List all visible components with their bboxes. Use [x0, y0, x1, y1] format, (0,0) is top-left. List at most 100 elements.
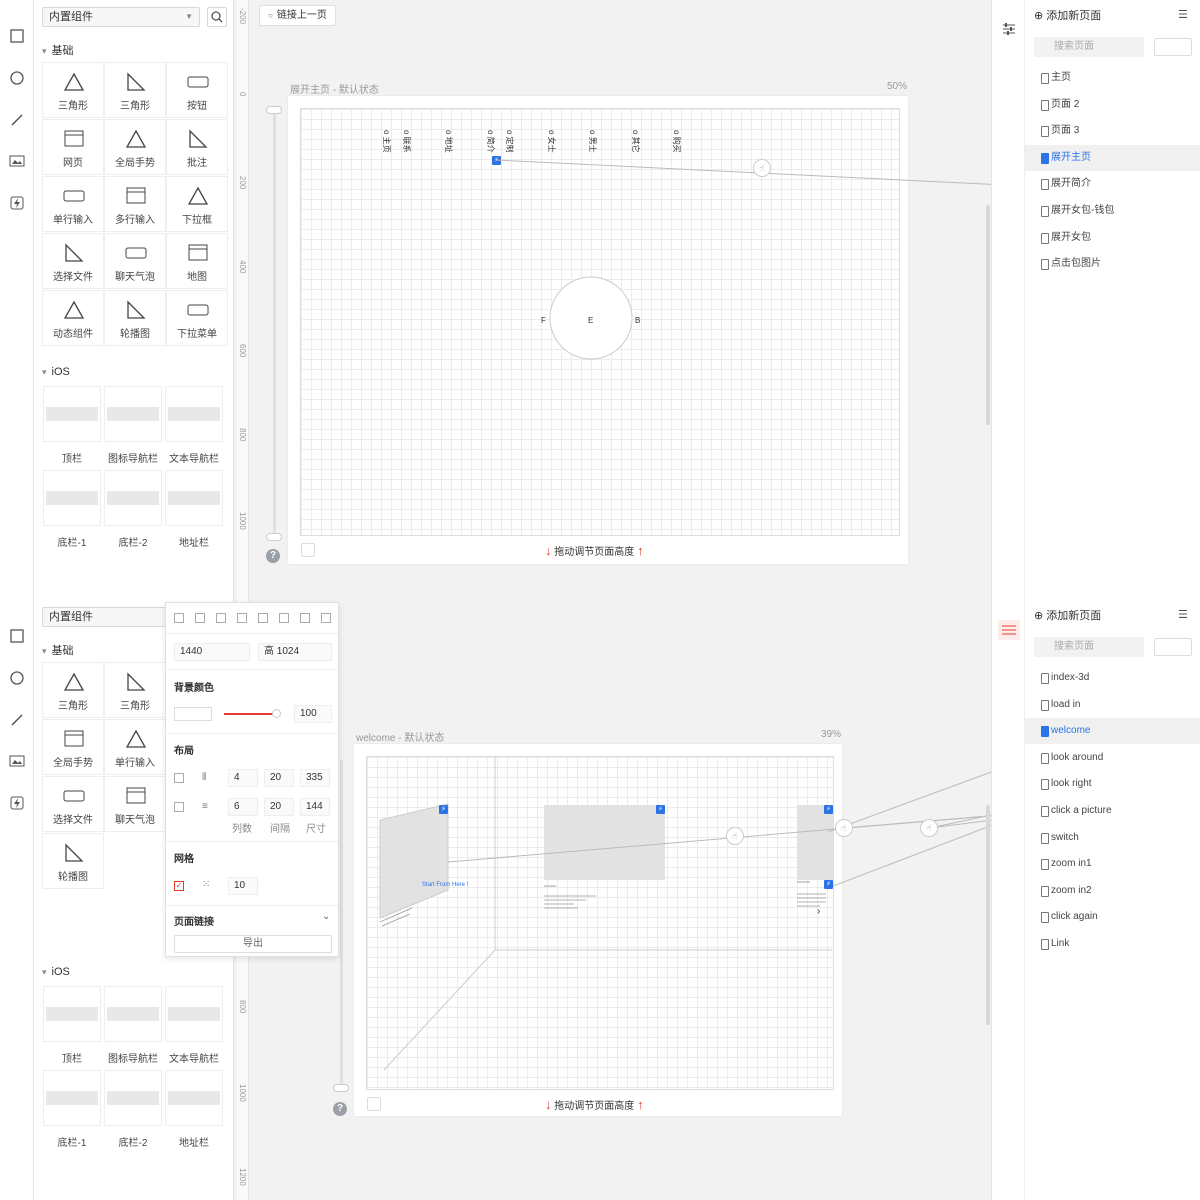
page-list-item[interactable]: zoom in1: [1025, 851, 1200, 877]
page-list-item[interactable]: 主页: [1025, 65, 1200, 91]
page-list-item[interactable]: click a picture: [1025, 798, 1200, 824]
hotspot-hand-icon[interactable]: ☝: [835, 819, 853, 837]
height-slider-top-handle[interactable]: [266, 106, 282, 114]
page-list-item[interactable]: 点击包图片: [1025, 251, 1200, 277]
drag-resize-label: 拖动调节页面高度: [554, 547, 635, 558]
align-icon[interactable]: [321, 613, 331, 623]
height-input-label: 高: [264, 646, 274, 657]
columns-size[interactable]: 335: [300, 769, 330, 787]
grid-checkbox-checked[interactable]: ✓: [174, 881, 184, 891]
height-slider-bottom-handle[interactable]: [266, 533, 282, 541]
opacity-input[interactable]: 100: [294, 705, 332, 723]
page-list-item[interactable]: 页面 3: [1025, 118, 1200, 144]
align-icon[interactable]: [258, 613, 268, 623]
interaction-bolt-icon[interactable]: ⚡: [824, 805, 833, 814]
view-toggle[interactable]: [1154, 638, 1192, 656]
height-slider-track[interactable]: [273, 110, 276, 540]
canvas-scrollbar[interactable]: [986, 205, 990, 425]
columns-gutter[interactable]: 20: [264, 769, 294, 787]
page-list-item[interactable]: 页面 2: [1025, 92, 1200, 118]
page-list-item[interactable]: zoom in2: [1025, 878, 1200, 904]
right-tool-rail: [992, 600, 1025, 1200]
help-icon[interactable]: ?: [333, 1102, 347, 1116]
drag-resize-hint[interactable]: ↓ 拖动调节页面高度 ↑: [545, 543, 644, 558]
drag-resize-hint[interactable]: ↓ 拖动调节页面高度 ↑: [545, 1097, 644, 1112]
grid-dots-icon: ⁙: [202, 879, 211, 890]
page-list-item[interactable]: welcome: [1025, 718, 1200, 745]
align-icon[interactable]: [216, 613, 226, 623]
export-button[interactable]: 导出: [174, 935, 332, 953]
start-from-here-label[interactable]: Start From Here !: [422, 882, 468, 888]
page-list-item[interactable]: switch: [1025, 825, 1200, 851]
bg-color-title: 背景颜色: [174, 683, 214, 694]
page-search-input[interactable]: 搜索页面: [1034, 637, 1144, 657]
chevron-right-icon[interactable]: ›: [817, 906, 820, 917]
drag-resize-label: 拖动调节页面高度: [554, 1101, 635, 1112]
hotspot-hand-icon[interactable]: ☝: [726, 827, 744, 845]
opacity-slider[interactable]: [224, 713, 276, 715]
page-list-item[interactable]: 展开女包: [1025, 225, 1200, 251]
add-page-button[interactable]: ⊕ 添加新页面: [1034, 607, 1101, 623]
col-label-size: 尺寸: [306, 824, 326, 835]
page-list-item[interactable]: Link: [1025, 931, 1200, 957]
arrow-down-icon: ↓: [545, 543, 552, 558]
page-list-item[interactable]: 展开简介: [1025, 171, 1200, 197]
width-input[interactable]: 1440: [174, 643, 250, 661]
circle-label-f: F: [541, 316, 546, 325]
pages-panel: ⊕ 添加新页面 ☰ 搜索页面 index-3d load in welcome loo…: [991, 600, 1200, 1200]
page-list-item[interactable]: click again: [1025, 904, 1200, 930]
pages-panel: ⊕ 添加新页面 ☰ 搜索页面 主页 页面 2 页面 3 展开主页 展开简介 展开女包-钱包…: [991, 0, 1200, 600]
bg-color-swatch[interactable]: [174, 707, 212, 721]
grid-size-input[interactable]: 10: [228, 877, 258, 895]
grid-title: 网格: [174, 854, 194, 865]
rows-count[interactable]: 6: [228, 798, 258, 816]
rows-checkbox[interactable]: [174, 802, 184, 812]
height-slider-bottom-handle[interactable]: [333, 1084, 349, 1092]
columns-checkbox[interactable]: [174, 773, 184, 783]
hotspot-hand-icon[interactable]: ☝: [753, 159, 771, 177]
interaction-bolt-icon[interactable]: ⚡: [439, 805, 448, 814]
chevron-down-icon[interactable]: ⌄: [322, 911, 330, 922]
arrow-up-icon: ↑: [637, 1097, 644, 1112]
page-list-item[interactable]: look right: [1025, 771, 1200, 797]
editor-top: 内置组件▼ 基础 三角形三角形按钮网页全局手势批注单行输入多行输入下拉框选择文件…: [0, 0, 1200, 600]
interaction-bolt-icon[interactable]: ⚡: [824, 880, 833, 889]
artboard-checkbox[interactable]: [367, 1097, 381, 1111]
page-search-input[interactable]: 搜索页面: [1034, 37, 1144, 57]
interaction-bolt-icon[interactable]: ⚡: [656, 805, 665, 814]
hotspot-hand-icon[interactable]: ☝: [920, 819, 938, 837]
page-list-item[interactable]: 展开主页: [1025, 144, 1200, 171]
page-list-item[interactable]: load in: [1025, 692, 1200, 718]
properties-panel: 1440 高 1024 背景颜色 100 布局 ⦀ 4 20 335 ≡ 6 2…: [165, 602, 339, 957]
circle-label-b: B: [635, 316, 641, 325]
columns-count[interactable]: 4: [228, 769, 258, 787]
artboard-checkbox[interactable]: [301, 543, 315, 557]
sliders-icon-active[interactable]: [998, 620, 1020, 640]
height-input[interactable]: 高 1024: [258, 643, 332, 661]
align-icon[interactable]: [237, 613, 247, 623]
sliders-icon[interactable]: [1002, 22, 1016, 39]
help-icon[interactable]: ?: [266, 549, 280, 563]
plus-circle-icon: ⊕: [1034, 610, 1044, 622]
rows-gutter[interactable]: 20: [264, 798, 294, 816]
menu-icon[interactable]: ☰: [1178, 8, 1188, 21]
height-slider-track[interactable]: [340, 760, 343, 1090]
view-toggle[interactable]: [1154, 38, 1192, 56]
page-list-item[interactable]: index-3d: [1025, 665, 1200, 691]
page-link-title[interactable]: 页面链接: [174, 913, 214, 928]
align-icon[interactable]: [300, 613, 310, 623]
col-label-count: 列数: [232, 824, 252, 835]
circle-label-e: E: [588, 316, 594, 325]
height-input-value: 1024: [276, 646, 300, 657]
opacity-slider-thumb[interactable]: [272, 709, 281, 718]
align-icon[interactable]: [279, 613, 289, 623]
menu-icon[interactable]: ☰: [1178, 608, 1188, 621]
rows-size[interactable]: 144: [300, 798, 330, 816]
canvas-scrollbar[interactable]: [986, 805, 990, 1025]
add-page-button[interactable]: ⊕ 添加新页面: [1034, 7, 1101, 23]
align-icon[interactable]: [174, 613, 184, 623]
page-list-item[interactable]: look around: [1025, 745, 1200, 771]
right-tool-rail: [992, 0, 1025, 600]
align-icon[interactable]: [195, 613, 205, 623]
page-list-item[interactable]: 展开女包-钱包: [1025, 198, 1200, 224]
